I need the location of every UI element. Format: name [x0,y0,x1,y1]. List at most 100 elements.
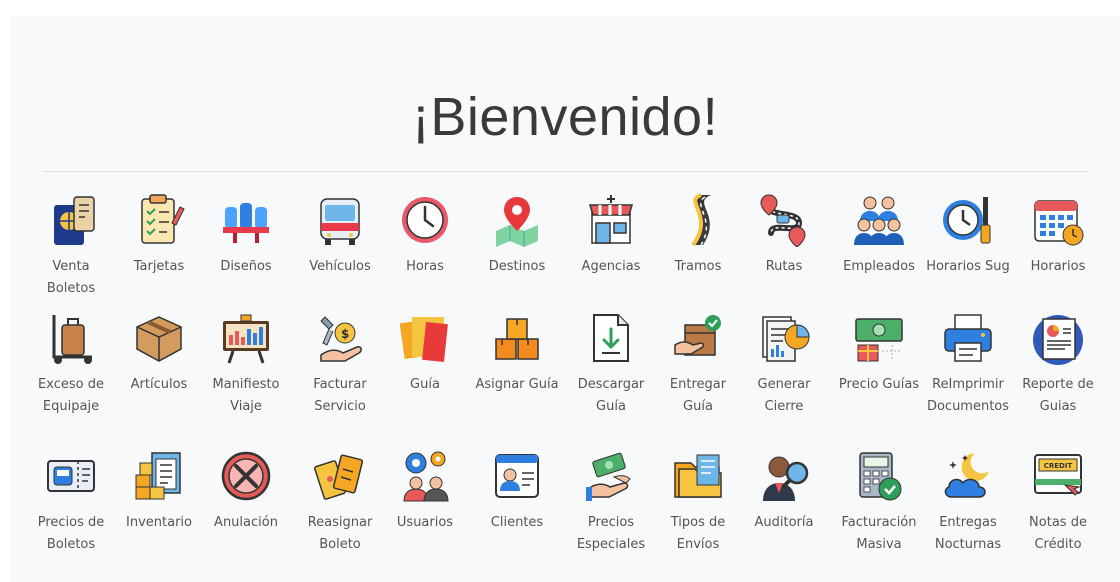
module-grid: Venta Boletos Tarjetas Diseños Vehículos Hor… [10,193,1120,567]
module-tile-calendar[interactable]: Horarios [1014,193,1102,278]
module-tile-route[interactable]: Rutas [740,193,828,278]
module-tile-team[interactable]: Empleados [835,193,923,278]
module-label: ReImprimir Documentos [926,377,1010,414]
module-label: Manifiesto Viaje [212,377,280,414]
module-tile-money-hand[interactable]: Precios Especiales [567,449,655,556]
box-icon [136,316,182,362]
module-label: Rutas [765,259,803,274]
money-gift-icon [855,318,903,362]
module-row: Venta Boletos Tarjetas Diseños Vehículos Hor… [10,193,1120,311]
module-label: Artículos [130,377,188,392]
module-tile-credit-note[interactable]: CREDIT Notas de Crédito [1014,449,1102,556]
module-label: Clientes [490,515,544,530]
module-tile-seats[interactable]: Diseños [202,193,290,278]
module-label: Generar Cierre [757,377,811,414]
module-tile-download-document[interactable]: Descargar Guía [567,311,655,418]
luggage-cart-icon [52,315,92,364]
passport-icon [54,196,95,245]
svg-text:$: $ [341,327,349,341]
module-label: Notas de Crédito [1029,515,1087,552]
module-tile-presentation-board[interactable]: Manifiesto Viaje [202,311,290,418]
module-tile-clock[interactable]: Horas [381,193,469,278]
module-tile-cancel[interactable]: Anulación [202,449,290,534]
module-row: Precios de Boletos Inventario Anulación Rea… [10,449,1120,567]
module-label: Anulación [214,515,278,530]
module-label: Vehículos [309,259,371,274]
module-row: Exceso de Equipaje Artículos Manifiesto Vi… [10,311,1120,449]
map-pin-icon [496,197,538,247]
title-divider [43,171,1088,172]
module-label: Precio Guías [838,377,920,392]
module-label: Horas [406,259,444,274]
printer-icon [944,314,992,362]
inventory-icon [135,452,181,500]
module-tile-clock-tools[interactable]: Horarios Sug [924,193,1012,278]
module-tile-folders[interactable]: Tipos de Envíos [654,449,742,556]
module-label: Empleados [843,259,915,274]
module-tile-inventory[interactable]: Inventario [115,449,203,534]
module-tile-passport[interactable]: Venta Boletos [27,193,115,300]
module-label: Facturación Masiva [841,515,917,552]
bus-ticket-icon [47,460,95,492]
module-tile-notes[interactable]: Guía [381,311,469,396]
module-label: Descargar Guía [577,377,645,414]
money-hand-icon [586,452,631,501]
module-tile-calculator[interactable]: Facturación Masiva [835,449,923,556]
module-tile-bus-ticket[interactable]: Precios de Boletos [27,449,115,556]
module-tile-money-gift[interactable]: Precio Guías [835,311,923,396]
module-tile-tickets[interactable]: Reasignar Boleto [296,449,384,556]
stacked-boxes-icon [495,318,539,360]
module-label: Inventario [126,515,192,530]
module-tile-checklist[interactable]: Tarjetas [115,193,203,278]
night-cloud-icon [944,453,989,498]
module-label: Entregas Nocturnas [934,515,1002,552]
credit-note-icon: CREDIT [1034,454,1082,496]
module-tile-box[interactable]: Artículos [115,311,203,396]
folders-icon [674,454,722,498]
road-icon [691,193,711,247]
page-title: ¡Bienvenido! [411,87,719,147]
module-tile-store[interactable]: Agencias [567,193,655,278]
auditor-icon [763,456,809,501]
calendar-icon [1034,200,1084,246]
route-icon [760,194,806,247]
module-label: Agencias [581,259,641,274]
module-tile-report[interactable]: Reporte de Guias [1014,311,1102,418]
module-tile-bus[interactable]: Vehículos [296,193,384,278]
presentation-board-icon [223,314,269,364]
notes-icon [399,317,448,363]
module-tile-luggage-cart[interactable]: Exceso de Equipaje [27,311,115,418]
module-label: Horarios Sug [926,259,1010,274]
module-tile-report-chart[interactable]: Generar Cierre [740,311,828,418]
module-tile-map-pin[interactable]: Destinos [473,193,561,278]
module-label: Auditoría [754,515,814,530]
team-icon [854,196,904,245]
tickets-icon [314,454,364,500]
module-label: Diseños [220,259,272,274]
module-label: Venta Boletos [46,259,96,296]
module-tile-stacked-boxes[interactable]: Asignar Guía [473,311,561,396]
module-tile-auditor[interactable]: Auditoría [740,449,828,534]
module-label: Destinos [488,259,546,274]
module-tile-package-delivery[interactable]: Entregar Guía [654,311,742,418]
module-label: Guía [410,377,440,392]
welcome-panel: ¡Bienvenido! Venta Boletos Tarjetas Diseño… [10,16,1120,582]
module-label: Reporte de Guias [1022,377,1094,414]
store-icon [588,195,634,244]
users-gear-icon [403,451,449,502]
clock-tools-icon [943,197,991,244]
download-document-icon [593,314,629,362]
module-tile-printer[interactable]: ReImprimir Documentos [924,311,1012,418]
module-tile-users-gear[interactable]: Usuarios [381,449,469,534]
module-tile-road[interactable]: Tramos [654,193,742,278]
clock-icon [402,197,448,243]
module-label: Usuarios [396,515,454,530]
id-card-icon [495,454,539,498]
module-tile-night-cloud[interactable]: Entregas Nocturnas [924,449,1012,556]
module-tile-service-billing[interactable]: $ Facturar Servicio [296,311,384,418]
module-label: Entregar Guía [669,377,727,414]
module-tile-id-card[interactable]: Clientes [473,449,561,534]
module-label: Reasignar Boleto [307,515,373,552]
module-label: Asignar Guía [475,377,559,392]
module-label: Tramos [674,259,722,274]
